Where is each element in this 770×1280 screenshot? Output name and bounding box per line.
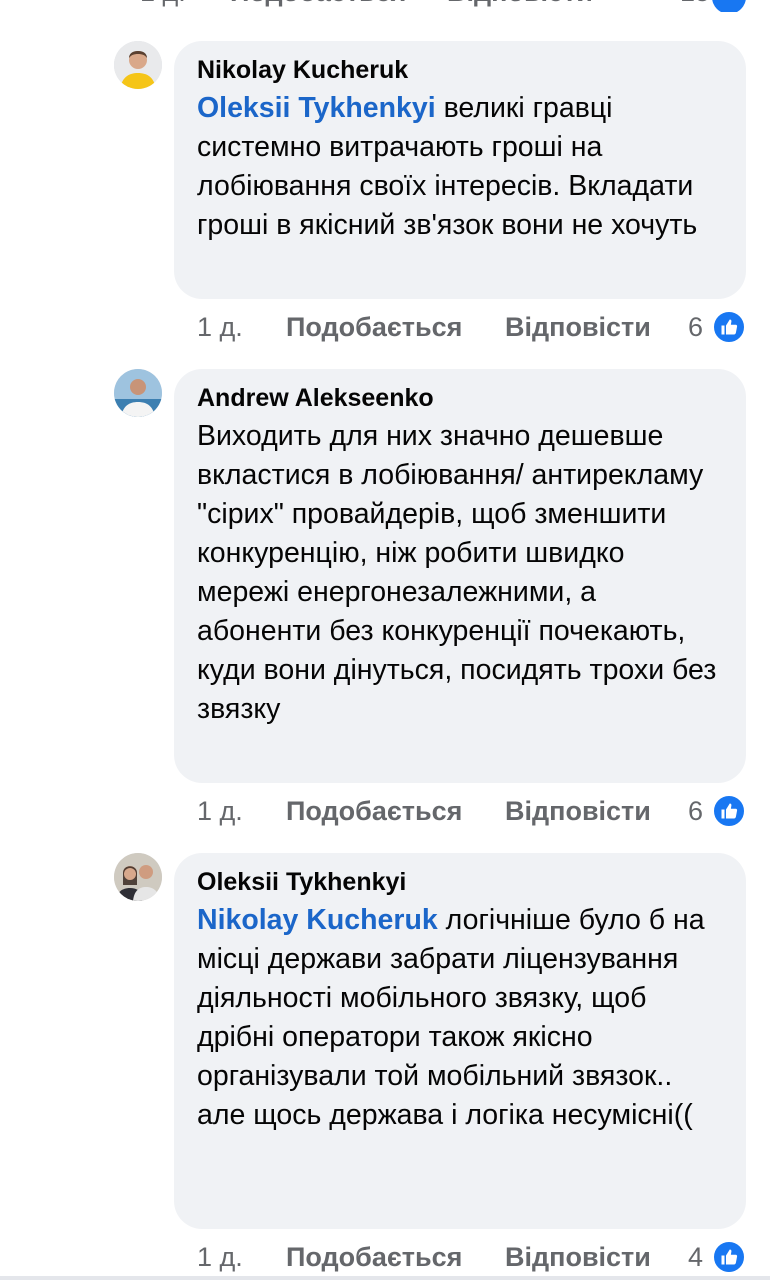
divider xyxy=(0,1276,770,1280)
comment-bubble: Nikolay Kucheruk Oleksii Tykhenkyi велик… xyxy=(174,41,746,299)
like-icon[interactable] xyxy=(712,310,746,344)
like-icon[interactable] xyxy=(712,794,746,828)
previous-like-button[interactable]: Подобається xyxy=(230,0,406,12)
previous-like-count: 15 xyxy=(680,0,710,12)
like-button[interactable]: Подобається xyxy=(286,1237,462,1277)
comment-text: Oleksii Tykhenkyi великі гравці системно… xyxy=(197,89,722,245)
like-icon xyxy=(712,0,746,12)
like-button[interactable]: Подобається xyxy=(286,791,462,831)
comment-actions: 1 д. Подобається Відповісти 4 xyxy=(0,1237,770,1277)
comment-text: Виходить для них значно дешевше вкластис… xyxy=(197,417,722,729)
mention-link[interactable]: Nikolay Kucheruk xyxy=(197,904,438,936)
like-icon[interactable] xyxy=(712,1240,746,1274)
like-count[interactable]: 4 xyxy=(688,1237,703,1277)
avatar-white-shirt-icon xyxy=(114,369,162,417)
reply-button[interactable]: Відповісти xyxy=(505,791,651,831)
like-count[interactable]: 6 xyxy=(688,791,703,831)
comment-actions: 1 д. Подобається Відповісти 6 xyxy=(0,791,770,831)
reply-button[interactable]: Відповісти xyxy=(505,307,651,347)
previous-reply-button[interactable]: Відповісти xyxy=(447,0,593,12)
comment-author[interactable]: Andrew Alekseenko xyxy=(197,383,722,413)
previous-time: 1 д. xyxy=(140,0,186,12)
like-count[interactable]: 6 xyxy=(688,307,703,347)
reply-button[interactable]: Відповісти xyxy=(505,1237,651,1277)
avatar[interactable] xyxy=(114,853,162,901)
avatar-yellow-shirt-icon xyxy=(114,41,162,89)
like-button[interactable]: Подобається xyxy=(286,307,462,347)
avatar[interactable] xyxy=(114,369,162,417)
mention-link[interactable]: Oleksii Tykhenkyi xyxy=(197,92,436,124)
avatar[interactable] xyxy=(114,41,162,89)
comment-bubble: Oleksii Tykhenkyi Nikolay Kucheruk логіч… xyxy=(174,853,746,1229)
comment-body: логічніше було б на місці держави забрат… xyxy=(197,904,705,1131)
comment-bubble: Andrew Alekseenko Виходить для них значн… xyxy=(174,369,746,783)
comment-text: Nikolay Kucheruk логічніше було б на міс… xyxy=(197,901,722,1135)
comment-time[interactable]: 1 д. xyxy=(197,791,243,831)
comment-time[interactable]: 1 д. xyxy=(197,307,243,347)
comment-actions: 1 д. Подобається Відповісти 6 xyxy=(0,307,770,347)
comment-body: Виходить для них значно дешевше вкластис… xyxy=(197,420,717,725)
comment-author[interactable]: Oleksii Tykhenkyi xyxy=(197,867,722,897)
comment-author[interactable]: Nikolay Kucheruk xyxy=(197,55,722,85)
comment-time[interactable]: 1 д. xyxy=(197,1237,243,1277)
previous-comment-meta: 1 д. Подобається Відповісти 15 xyxy=(0,0,770,12)
avatar-couple-icon xyxy=(114,853,162,901)
